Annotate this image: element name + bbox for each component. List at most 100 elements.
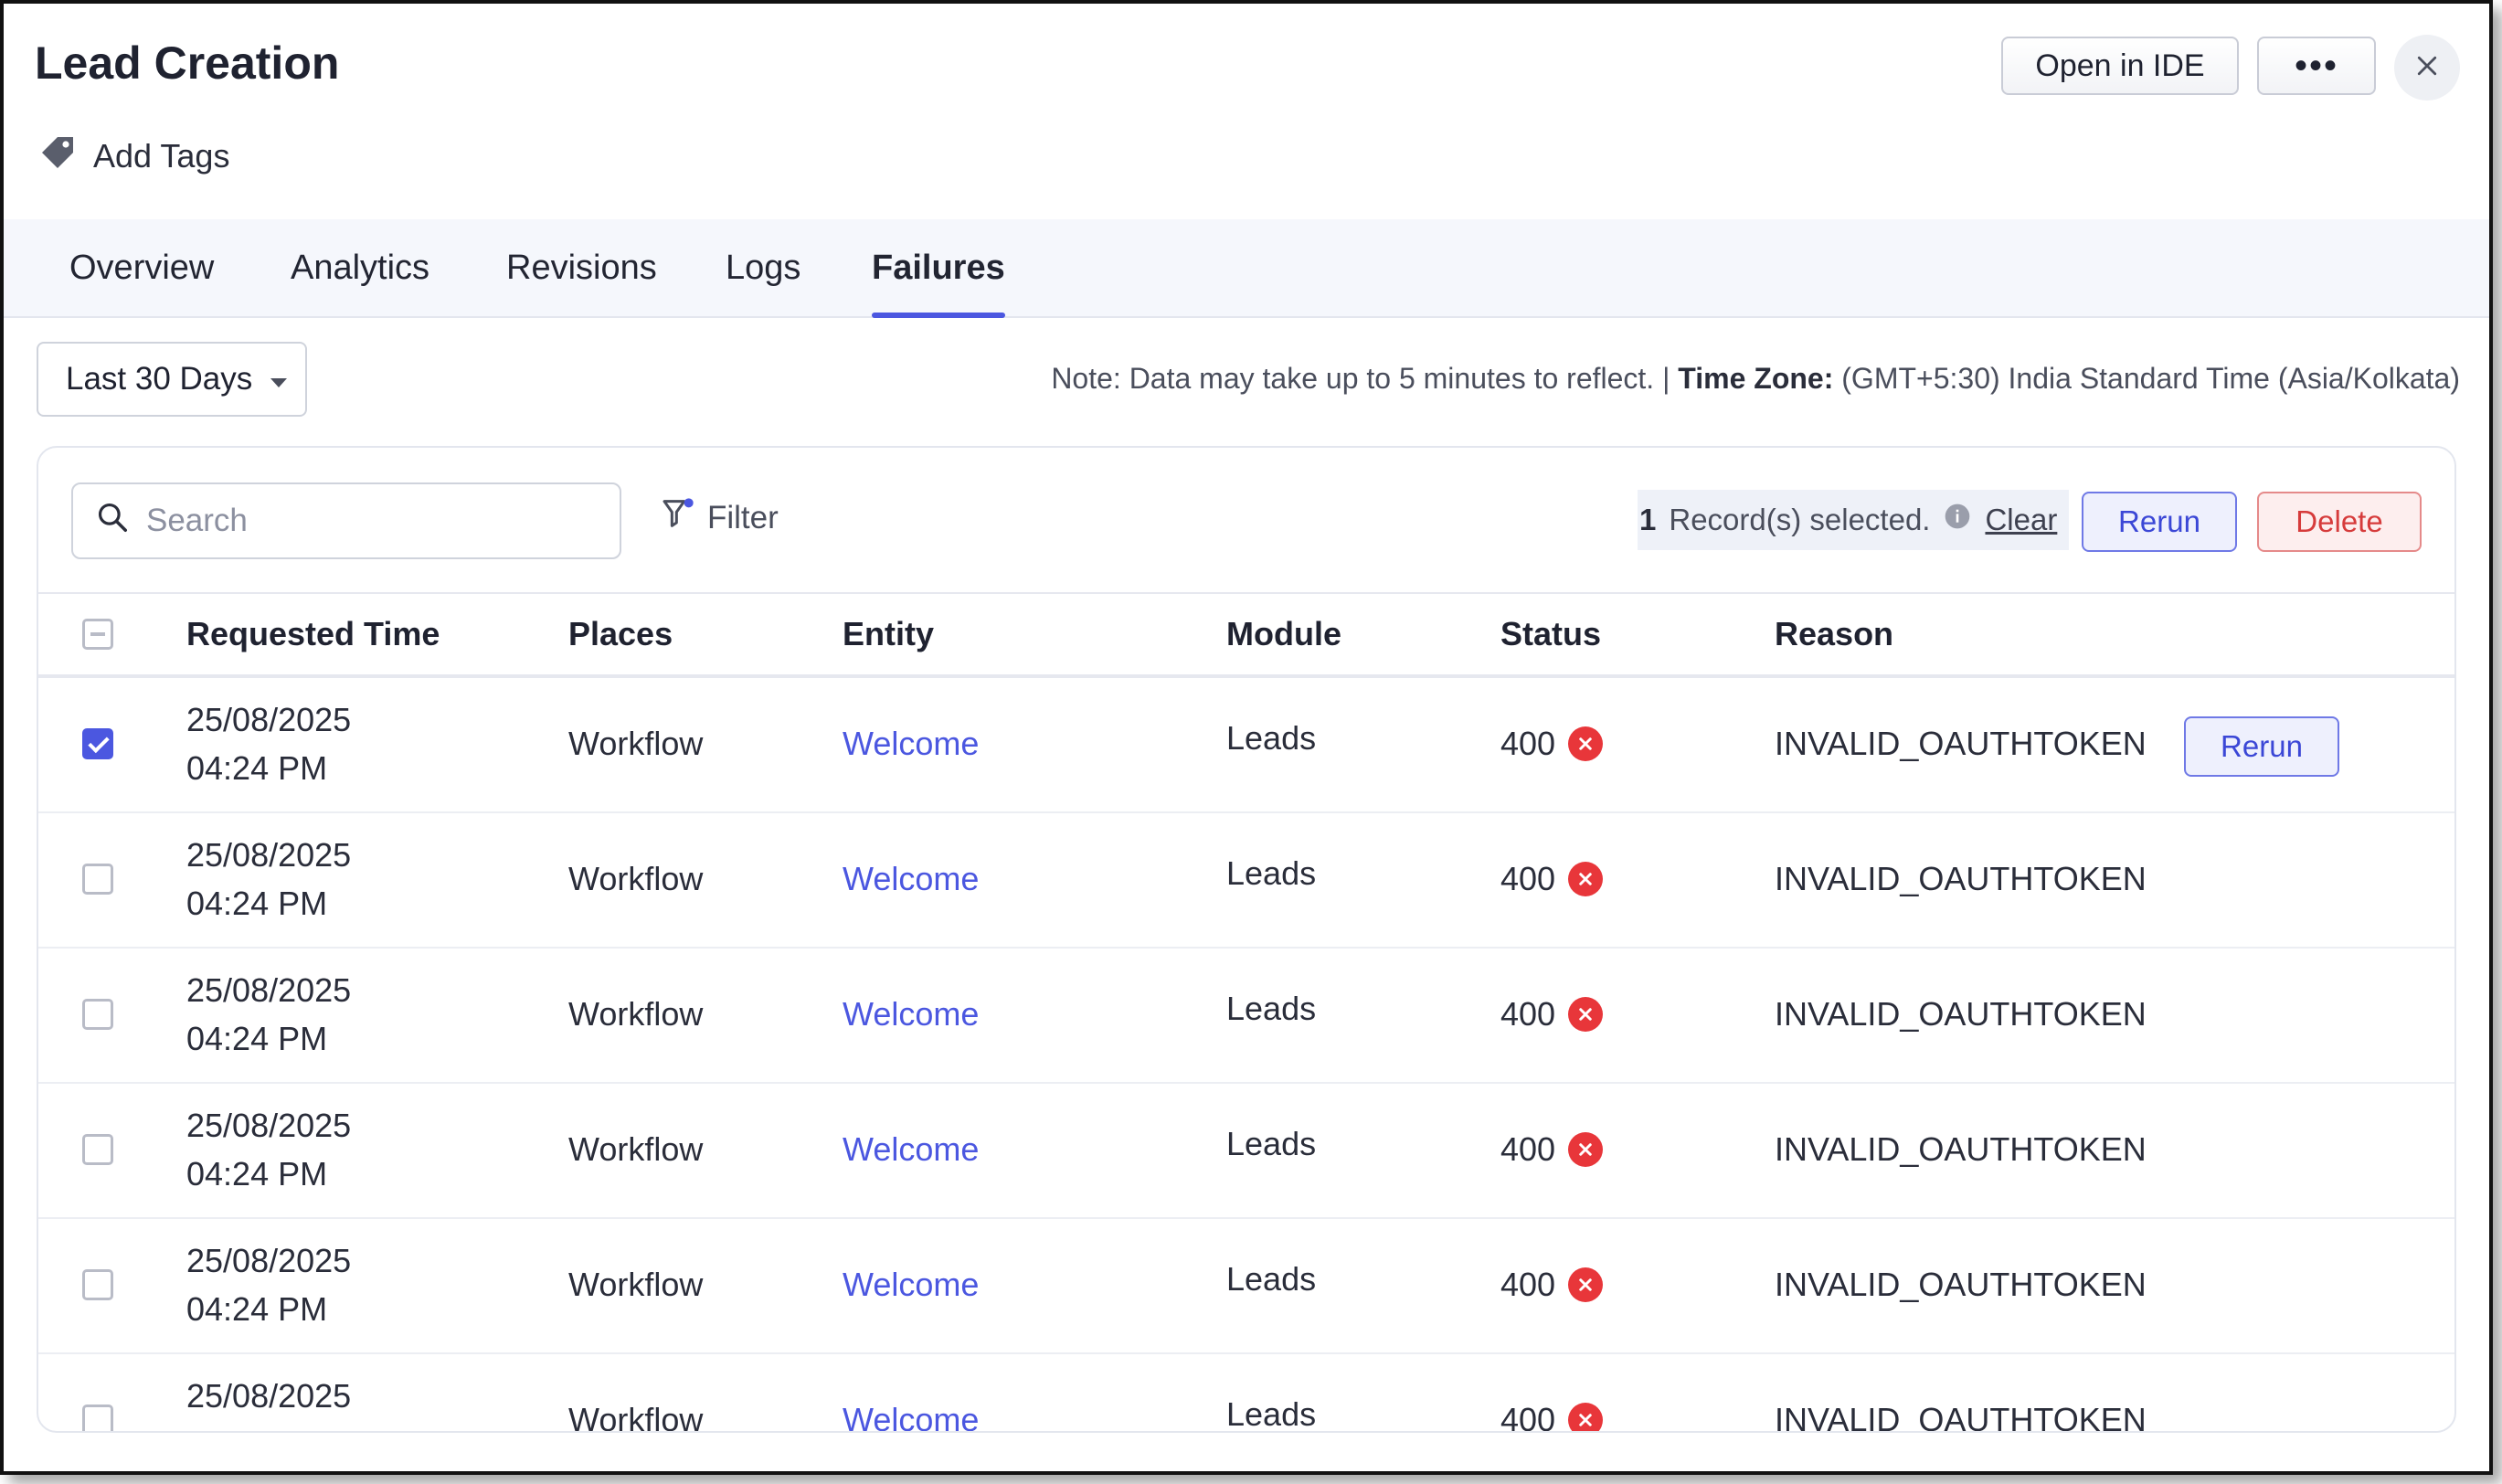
requested-date: 25/08/2025 xyxy=(186,1107,352,1144)
close-button[interactable] xyxy=(2394,35,2460,101)
entity-link[interactable]: Welcome xyxy=(843,1352,979,1431)
row-checkbox[interactable] xyxy=(82,1269,113,1300)
table-row[interactable]: 25/08/2025 04:24 PM Workflow Welcome Leads 40… xyxy=(38,1352,2454,1433)
open-in-ide-button[interactable]: Open in IDE xyxy=(2001,37,2239,95)
requested-time-cell: 25/08/2025 04:24 PM xyxy=(186,811,351,947)
reason-cell: INVALID_OAUTHTOKEN xyxy=(1775,1130,2147,1168)
table-row[interactable]: 25/08/2025 04:24 PM Workflow Welcome Leads 40… xyxy=(38,1217,2454,1354)
requested-date: 25/08/2025 xyxy=(186,1242,352,1279)
timezone-value: (GMT+5:30) India Standard Time (Asia/Kol… xyxy=(1841,362,2460,395)
status-code: 400 xyxy=(1500,1401,1556,1433)
status-cell: 400 xyxy=(1500,947,1604,1082)
module-cell: Leads xyxy=(1226,719,1317,757)
status-code: 400 xyxy=(1500,860,1556,897)
col-module: Module xyxy=(1226,615,1341,652)
page-title: Lead Creation xyxy=(35,37,340,89)
requested-hour: 04:24 PM xyxy=(186,749,328,787)
col-places: Places xyxy=(568,615,673,652)
reason-cell: INVALID_OAUTHTOKEN xyxy=(1775,860,2147,897)
row-rerun-button[interactable]: Rerun xyxy=(2184,716,2339,777)
selected-text: Record(s) selected. xyxy=(1669,503,1931,536)
tab-failures[interactable]: Failures xyxy=(872,219,1005,318)
reason-cell: INVALID_OAUTHTOKEN xyxy=(1775,995,2147,1033)
module-cell: Leads xyxy=(1226,990,1317,1027)
table-header: Requested Time Places Entity Module Stat… xyxy=(38,592,2454,678)
filter-label: Filter xyxy=(707,499,779,535)
error-icon xyxy=(1568,726,1604,761)
status-code: 400 xyxy=(1500,1130,1556,1168)
module-cell: Leads xyxy=(1226,854,1317,892)
entity-link[interactable]: Welcome xyxy=(843,947,979,1082)
col-reason: Reason xyxy=(1775,615,1894,652)
place-cell: Workflow xyxy=(568,1130,704,1168)
requested-hour: 04:24 PM xyxy=(186,885,328,922)
lead-creation-panel: Lead Creation Add Tags Open in IDE ••• O… xyxy=(0,0,2493,1475)
more-options-button[interactable]: ••• xyxy=(2257,37,2376,95)
table-row[interactable]: 25/08/2025 04:24 PM Workflow Welcome Leads 40… xyxy=(38,811,2454,949)
entity-link[interactable]: Welcome xyxy=(843,676,979,811)
timezone-label: Time Zone: xyxy=(1678,362,1834,395)
entity-link[interactable]: Welcome xyxy=(843,1217,979,1352)
error-icon xyxy=(1568,997,1604,1032)
rerun-selected-button[interactable]: Rerun xyxy=(2082,492,2237,552)
row-checkbox[interactable] xyxy=(82,999,113,1030)
status-code: 400 xyxy=(1500,995,1556,1033)
error-icon xyxy=(1568,862,1604,896)
row-checkbox[interactable] xyxy=(82,864,113,895)
place-cell: Workflow xyxy=(568,860,704,897)
module-cell: Leads xyxy=(1226,1395,1317,1433)
search-input[interactable] xyxy=(144,502,605,540)
status-cell: 400 xyxy=(1500,1217,1604,1352)
place-cell: Workflow xyxy=(568,725,704,762)
requested-hour: 04:24 PM xyxy=(186,1420,327,1431)
tab-logs[interactable]: Logs xyxy=(726,219,800,316)
add-tags-button[interactable]: Add Tags xyxy=(37,130,229,182)
requested-date: 25/08/2025 xyxy=(186,836,352,874)
place-cell: Workflow xyxy=(568,995,704,1033)
info-icon[interactable] xyxy=(1943,502,1972,538)
selection-info: 1 Record(s) selected. Clear xyxy=(1638,490,2069,550)
tab-analytics[interactable]: Analytics xyxy=(291,219,429,316)
requested-date: 25/08/2025 xyxy=(186,701,352,738)
search-icon xyxy=(95,500,130,543)
delete-selected-button[interactable]: Delete xyxy=(2257,492,2422,552)
row-checkbox[interactable] xyxy=(82,1404,113,1431)
requested-time-cell: 25/08/2025 04:24 PM xyxy=(186,1352,351,1431)
entity-link[interactable]: Welcome xyxy=(843,811,979,947)
requested-date: 25/08/2025 xyxy=(186,971,352,1009)
add-tags-label: Add Tags xyxy=(93,136,230,175)
requested-time-cell: 25/08/2025 04:24 PM xyxy=(186,1082,351,1217)
reason-cell: INVALID_OAUTHTOKEN xyxy=(1775,725,2147,762)
status-cell: 400 xyxy=(1500,811,1604,947)
table-row[interactable]: 25/08/2025 04:24 PM Workflow Welcome Leads 40… xyxy=(38,1082,2454,1219)
failures-card: Filter 1 Record(s) selected. Clear Rerun… xyxy=(37,446,2456,1433)
date-range-value: Last 30 Days xyxy=(66,361,253,397)
requested-time-cell: 25/08/2025 04:24 PM xyxy=(186,676,351,811)
col-status: Status xyxy=(1500,615,1602,652)
selected-count: 1 xyxy=(1639,503,1657,536)
table-row[interactable]: 25/08/2025 04:24 PM Workflow Welcome Leads 40… xyxy=(38,947,2454,1084)
entity-link[interactable]: Welcome xyxy=(843,1082,979,1217)
row-checkbox[interactable] xyxy=(82,1134,113,1165)
error-icon xyxy=(1568,1132,1604,1167)
status-cell: 400 xyxy=(1500,1082,1604,1217)
status-cell: 400 xyxy=(1500,676,1604,811)
tag-icon xyxy=(37,130,80,182)
close-icon xyxy=(2413,52,2441,84)
select-all-checkbox[interactable] xyxy=(82,619,113,650)
date-range-dropdown[interactable]: Last 30 Days xyxy=(37,342,307,417)
requested-hour: 04:24 PM xyxy=(186,1155,328,1192)
col-entity: Entity xyxy=(843,615,935,652)
caret-down-icon xyxy=(269,361,289,398)
filter-button[interactable]: Filter xyxy=(660,495,779,540)
col-requested-time: Requested Time xyxy=(186,615,440,652)
tab-revisions[interactable]: Revisions xyxy=(506,219,657,316)
place-cell: Workflow xyxy=(568,1401,704,1433)
clear-selection-link[interactable]: Clear xyxy=(1985,503,2057,537)
table-row[interactable]: 25/08/2025 04:24 PM Workflow Welcome Leads 40… xyxy=(38,676,2454,813)
error-icon xyxy=(1568,1267,1604,1302)
place-cell: Workflow xyxy=(568,1266,704,1303)
reason-cell: INVALID_OAUTHTOKEN xyxy=(1775,1401,2147,1433)
tab-overview[interactable]: Overview xyxy=(69,219,214,316)
row-checkbox[interactable] xyxy=(82,728,113,759)
